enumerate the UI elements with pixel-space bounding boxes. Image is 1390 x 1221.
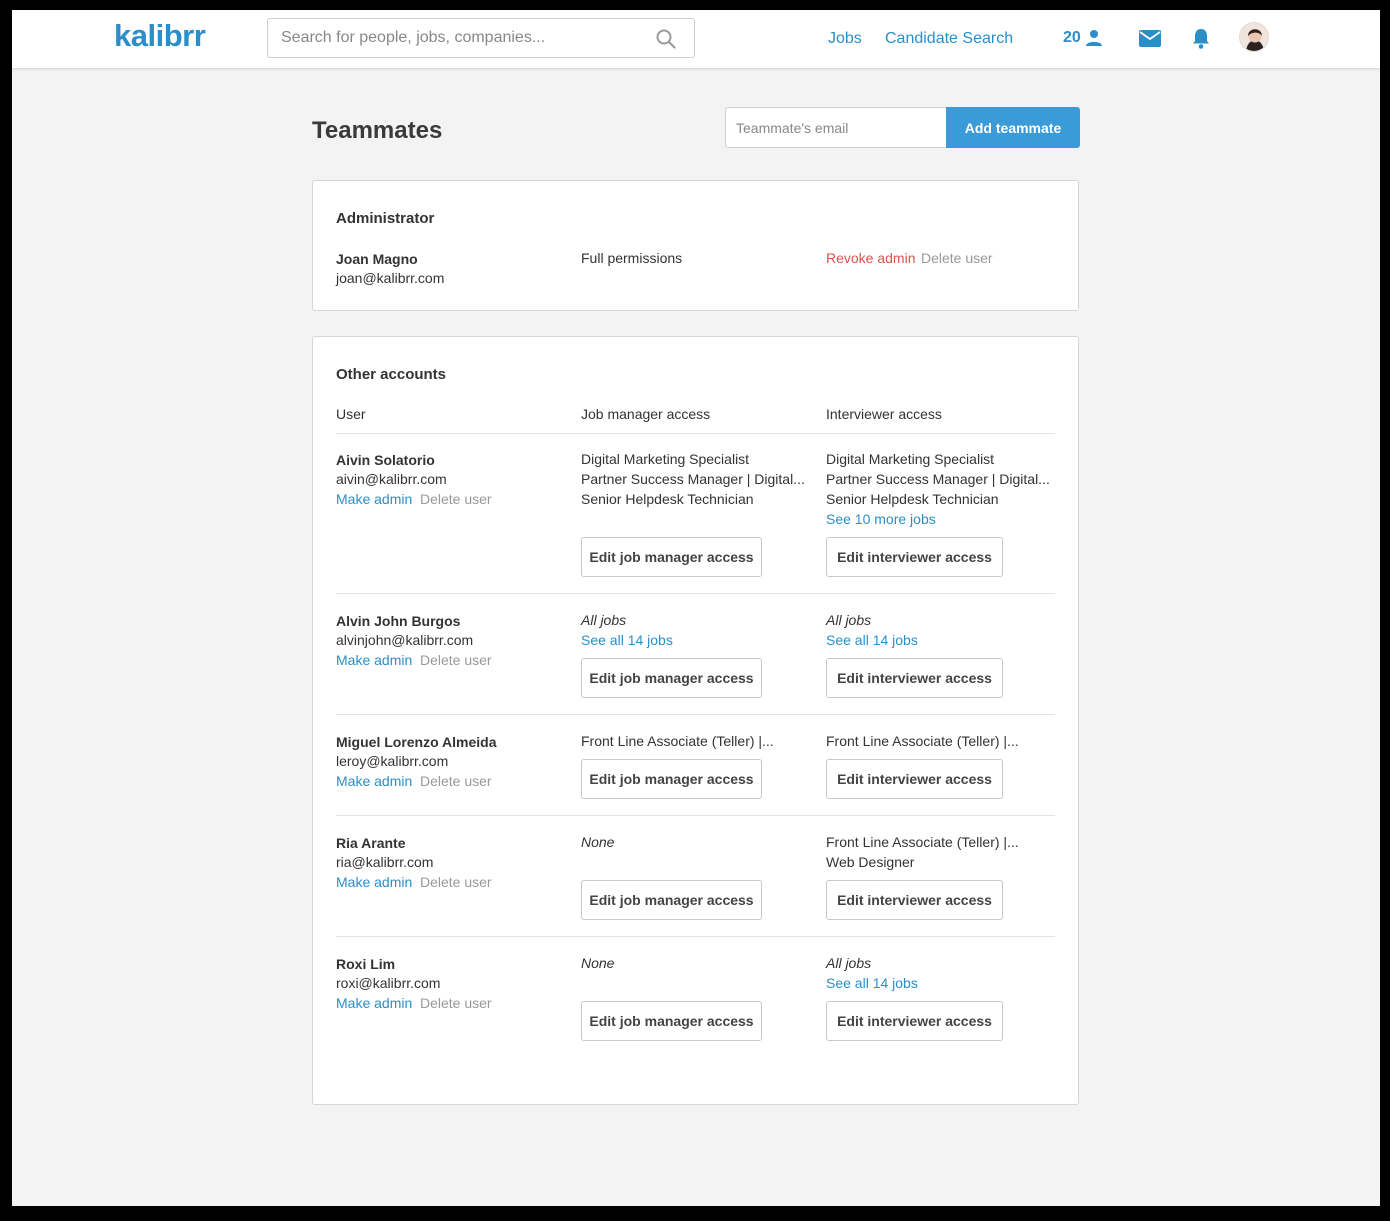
user-email: aivin@kalibrr.com: [336, 471, 447, 487]
column-header-user: User: [336, 406, 366, 422]
interviewer-job: Front Line Associate (Teller) |...: [826, 733, 1019, 749]
edit-interviewer-access-button[interactable]: Edit interviewer access: [826, 658, 1003, 698]
edit-interviewer-access-button[interactable]: Edit interviewer access: [826, 759, 1003, 799]
admin-permissions: Full permissions: [581, 250, 683, 266]
job-manager-none: None: [581, 955, 615, 971]
kalibrr-logo[interactable]: kalibrr: [114, 18, 206, 54]
browser-window: kalibrr Jobs Candidate Search 20 Teammat…: [12, 10, 1380, 1206]
user-name: Alvin John Burgos: [336, 613, 461, 629]
column-header-interviewer: Interviewer access: [826, 406, 942, 422]
edit-job-manager-access-button[interactable]: Edit job manager access: [581, 1001, 762, 1041]
mail-icon[interactable]: [1139, 30, 1161, 52]
delete-user-link[interactable]: Delete user: [420, 652, 492, 668]
admin-email: joan@kalibrr.com: [336, 270, 445, 286]
admin-name: Joan Magno: [336, 251, 418, 267]
interviewer-job: Partner Success Manager | Digital...: [826, 471, 1050, 487]
top-navbar: kalibrr Jobs Candidate Search 20: [12, 10, 1380, 69]
user-email: roxi@kalibrr.com: [336, 975, 441, 991]
make-admin-link[interactable]: Make admin: [336, 995, 412, 1011]
edit-interviewer-access-button[interactable]: Edit interviewer access: [826, 537, 1003, 577]
see-all-jobs-link[interactable]: See all 14 jobs: [826, 975, 918, 991]
job-manager-job: Digital Marketing Specialist: [581, 451, 750, 467]
bell-icon[interactable]: [1192, 28, 1210, 54]
delete-user-link[interactable]: Delete user: [420, 773, 492, 789]
make-admin-link[interactable]: Make admin: [336, 773, 412, 789]
search-input[interactable]: [268, 19, 628, 57]
see-all-jobs-link[interactable]: See all 14 jobs: [826, 632, 918, 648]
user-name: Aivin Solatorio: [336, 452, 435, 468]
interviewer-job: Digital Marketing Specialist: [826, 451, 995, 467]
person-icon: [1085, 30, 1102, 46]
edit-job-manager-access-button[interactable]: Edit job manager access: [581, 880, 762, 920]
user-name: Roxi Lim: [336, 956, 396, 972]
global-search: [267, 18, 695, 58]
row-divider: [336, 714, 1055, 715]
administrator-card: Administrator Joan Magno joan@kalibrr.co…: [312, 180, 1079, 311]
add-teammate-button[interactable]: Add teammate: [946, 107, 1080, 148]
job-manager-job: Partner Success Manager | Digital...: [581, 471, 805, 487]
user-email: alvinjohn@kalibrr.com: [336, 632, 474, 648]
user-name: Miguel Lorenzo Almeida: [336, 734, 497, 750]
revoke-admin-link[interactable]: Revoke admin: [826, 250, 916, 266]
row-divider: [336, 815, 1055, 816]
row-divider: [336, 593, 1055, 594]
delete-user-link[interactable]: Delete user: [420, 874, 492, 890]
edit-job-manager-access-button[interactable]: Edit job manager access: [581, 658, 762, 698]
see-more-jobs-link[interactable]: See 10 more jobs: [826, 511, 936, 527]
row-divider: [336, 936, 1055, 937]
user-email: ria@kalibrr.com: [336, 854, 434, 870]
see-all-jobs-link[interactable]: See all 14 jobs: [581, 632, 673, 648]
make-admin-link[interactable]: Make admin: [336, 491, 412, 507]
interviewer-all-jobs: All jobs: [826, 612, 872, 628]
search-icon[interactable]: [656, 29, 676, 54]
admin-delete-user-link[interactable]: Delete user: [921, 250, 993, 266]
edit-interviewer-access-button[interactable]: Edit interviewer access: [826, 1001, 1003, 1041]
user-email: leroy@kalibrr.com: [336, 753, 449, 769]
edit-job-manager-access-button[interactable]: Edit job manager access: [581, 759, 762, 799]
teammate-email-input[interactable]: [725, 107, 947, 148]
nav-jobs-link[interactable]: Jobs: [828, 30, 862, 48]
column-header-job-manager: Job manager access: [581, 406, 711, 422]
nav-candidate-search-link[interactable]: Candidate Search: [885, 30, 1013, 48]
interviewer-job: Senior Helpdesk Technician: [826, 491, 999, 507]
edit-job-manager-access-button[interactable]: Edit job manager access: [581, 537, 762, 577]
page-title: Teammates: [312, 117, 443, 144]
job-manager-none: None: [581, 834, 615, 850]
other-accounts-heading: Other accounts: [336, 366, 447, 383]
edit-interviewer-access-button[interactable]: Edit interviewer access: [826, 880, 1003, 920]
administrator-heading: Administrator: [336, 210, 435, 227]
interviewer-job: Front Line Associate (Teller) |...: [826, 834, 1019, 850]
job-manager-job: Senior Helpdesk Technician: [581, 491, 754, 507]
user-name: Ria Arante: [336, 835, 406, 851]
make-admin-link[interactable]: Make admin: [336, 652, 412, 668]
delete-user-link[interactable]: Delete user: [420, 995, 492, 1011]
interviewer-all-jobs: All jobs: [826, 955, 872, 971]
header-divider: [336, 433, 1055, 434]
other-accounts-card: Other accounts User Job manager access I…: [312, 336, 1079, 1105]
candidate-count[interactable]: 20: [1063, 29, 1103, 47]
job-manager-job: Front Line Associate (Teller) |...: [581, 733, 774, 749]
user-avatar[interactable]: [1239, 22, 1269, 52]
make-admin-link[interactable]: Make admin: [336, 874, 412, 890]
interviewer-job: Web Designer: [826, 854, 915, 870]
delete-user-link[interactable]: Delete user: [420, 491, 492, 507]
job-manager-all-jobs: All jobs: [581, 612, 627, 628]
candidate-count-value: 20: [1063, 29, 1081, 46]
